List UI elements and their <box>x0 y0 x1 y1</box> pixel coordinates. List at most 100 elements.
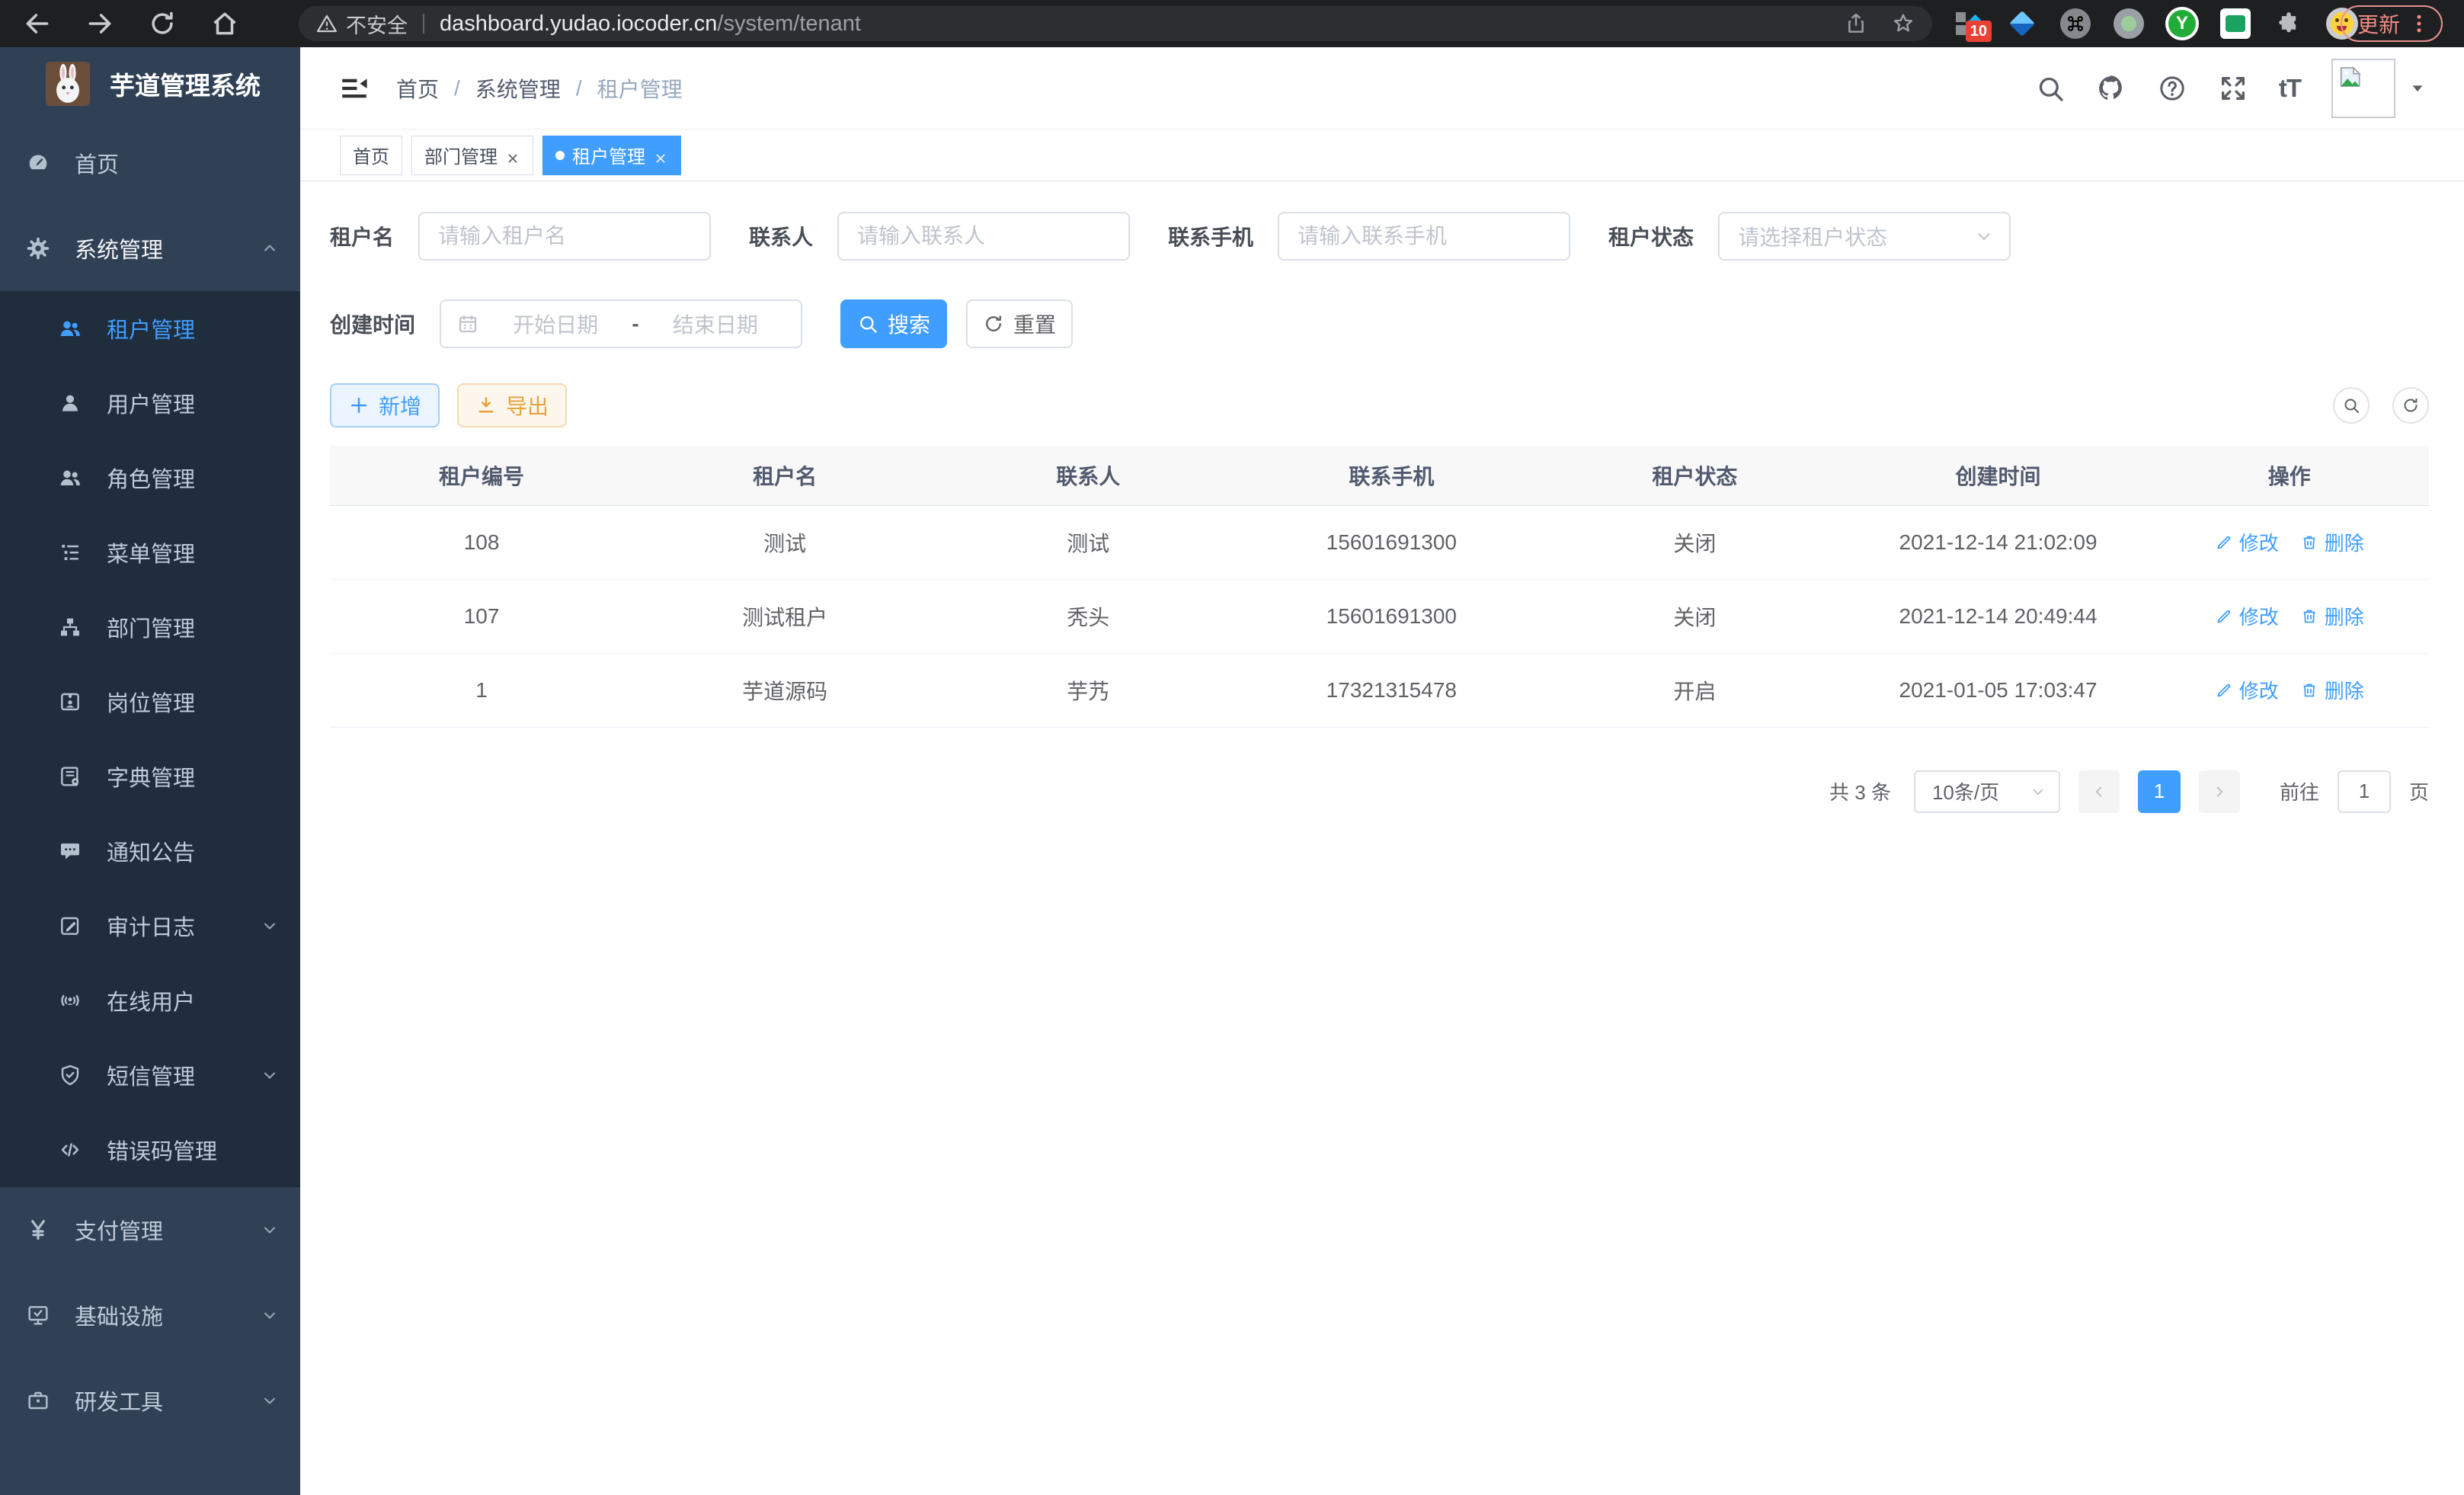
url-bar[interactable]: 不安全 dashboard.yudao.iocoder.cn/system/te… <box>299 6 1932 41</box>
mobile-input[interactable] <box>1278 212 1570 261</box>
close-icon[interactable] <box>505 148 520 163</box>
table-row: 107 测试租户 秃头 15601691300 关闭 2021-12-14 20… <box>330 579 2429 653</box>
next-page-button[interactable] <box>2199 770 2240 813</box>
cell-contact: 测试 <box>936 505 1240 579</box>
sidebar-item-system[interactable]: 系统管理 <box>0 206 300 291</box>
extension-chat-icon[interactable] <box>2219 7 2252 40</box>
cell-tenant-name: 测试 <box>633 505 936 579</box>
app-logo-row: 芋道管理系统 <box>0 47 300 120</box>
bookmark-star-icon[interactable] <box>1891 11 1915 36</box>
tab-departments[interactable]: 部门管理 <box>411 136 533 175</box>
search-icon <box>857 313 878 335</box>
trash-icon <box>2300 681 2318 699</box>
extension-grid-icon[interactable]: 10 <box>1952 7 1986 40</box>
breadcrumb-home[interactable]: 首页 <box>396 73 439 104</box>
calendar-icon <box>456 312 479 335</box>
sidebar-item-error-codes[interactable]: 错误码管理 <box>0 1112 300 1187</box>
sidebar-item-positions[interactable]: 岗位管理 <box>0 664 300 739</box>
close-icon[interactable] <box>653 148 668 163</box>
extension-command-icon[interactable] <box>2059 7 2092 40</box>
edit-link[interactable]: 修改 <box>2215 528 2279 556</box>
start-date-placeholder[interactable]: 开始日期 <box>485 309 626 339</box>
main-area: 首页 / 系统管理 / 租户管理 tT 首页 <box>300 47 2464 1495</box>
download-icon <box>475 395 497 416</box>
sidebar-item-dev-tools[interactable]: 研发工具 <box>0 1358 300 1443</box>
sidebar-item-tenant[interactable]: 租户管理 <box>0 291 300 366</box>
url-text: dashboard.yudao.iocoder.cn/system/tenant <box>440 11 1829 37</box>
col-mobile: 联系手机 <box>1240 446 1543 505</box>
sidebar-item-menus[interactable]: 菜单管理 <box>0 515 300 590</box>
help-icon[interactable] <box>2157 73 2187 104</box>
delete-link[interactable]: 删除 <box>2300 528 2364 556</box>
breadcrumb-separator: / <box>576 76 582 101</box>
security-label[interactable]: 不安全 <box>346 9 408 39</box>
page-number-current[interactable]: 1 <box>2138 770 2181 813</box>
tab-home[interactable]: 首页 <box>340 136 402 175</box>
search-button[interactable]: 搜索 <box>840 299 947 348</box>
col-status: 租户状态 <box>1543 446 1846 505</box>
kebab-menu-icon[interactable] <box>2408 12 2430 35</box>
github-icon[interactable] <box>2096 73 2126 104</box>
sidebar-item-sms[interactable]: 短信管理 <box>0 1038 300 1112</box>
cell-mobile: 17321315478 <box>1240 653 1543 727</box>
avatar[interactable] <box>2331 59 2395 118</box>
sidebar-item-home[interactable]: 首页 <box>0 120 300 206</box>
sidebar-item-users[interactable]: 用户管理 <box>0 366 300 440</box>
tenant-name-input[interactable] <box>418 212 711 261</box>
delete-link[interactable]: 删除 <box>2300 602 2364 630</box>
show-search-toggle-button[interactable] <box>2333 387 2370 424</box>
url-path: /system/tenant <box>717 11 861 36</box>
reload-icon[interactable] <box>148 9 177 38</box>
extension-kite-icon[interactable] <box>2005 7 2039 40</box>
contact-input[interactable] <box>837 212 1130 261</box>
fullscreen-icon[interactable] <box>2218 73 2248 104</box>
breadcrumb-system[interactable]: 系统管理 <box>475 73 561 104</box>
edit-icon <box>2215 607 2233 626</box>
plus-icon <box>348 395 370 416</box>
forward-icon[interactable] <box>85 9 114 38</box>
cell-created: 2021-12-14 21:02:09 <box>1846 505 2149 579</box>
user-avatar-menu[interactable] <box>2331 59 2426 118</box>
goto-page-input[interactable] <box>2338 770 2391 813</box>
back-icon[interactable] <box>23 9 52 38</box>
export-button[interactable]: 导出 <box>457 383 567 427</box>
message-icon <box>58 839 82 863</box>
extension-dot-icon[interactable] <box>2112 7 2146 40</box>
delete-link[interactable]: 删除 <box>2300 676 2364 704</box>
page-size-select[interactable]: 10条/页 <box>1914 770 2060 813</box>
extension-yudao-icon[interactable]: Y <box>2165 7 2199 40</box>
badge-icon <box>58 690 82 714</box>
home-icon[interactable] <box>210 9 239 38</box>
sidebar-item-notices[interactable]: 通知公告 <box>0 814 300 888</box>
prev-page-button[interactable] <box>2078 770 2120 813</box>
sidebar-item-online-users[interactable]: 在线用户 <box>0 963 300 1038</box>
extensions-puzzle-icon[interactable] <box>2272 7 2306 40</box>
chevron-down-icon <box>261 1306 279 1324</box>
refresh-table-button[interactable] <box>2392 387 2429 424</box>
sidebar-item-departments[interactable]: 部门管理 <box>0 590 300 664</box>
gear-icon <box>26 236 50 261</box>
edit-link[interactable]: 修改 <box>2215 676 2279 704</box>
tab-tenant[interactable]: 租户管理 <box>542 136 681 175</box>
status-select[interactable]: 请选择租户状态 <box>1718 212 2011 261</box>
search-icon <box>2342 396 2360 415</box>
reset-button[interactable]: 重置 <box>966 299 1073 348</box>
sidebar-fold-icon[interactable] <box>338 72 370 104</box>
date-range-picker[interactable]: 开始日期 - 结束日期 <box>440 299 802 348</box>
cell-contact: 芋艿 <box>936 653 1240 727</box>
add-button[interactable]: 新增 <box>330 383 440 427</box>
sidebar-item-audit-log[interactable]: 审计日志 <box>0 888 300 963</box>
sidebar-item-payment[interactable]: 支付管理 <box>0 1187 300 1273</box>
font-size-icon[interactable]: tT <box>2279 74 2301 103</box>
sidebar-item-dictionary[interactable]: 字典管理 <box>0 739 300 814</box>
end-date-placeholder[interactable]: 结束日期 <box>645 309 786 339</box>
update-button[interactable]: 更新 <box>2341 5 2443 42</box>
total-count: 共 3 条 <box>1829 777 1891 805</box>
cell-tenant-name: 测试租户 <box>633 579 936 653</box>
edit-link[interactable]: 修改 <box>2215 602 2279 630</box>
tenant-table: 租户编号 租户名 联系人 联系手机 租户状态 创建时间 操作 108 测试 测试 <box>330 446 2429 728</box>
share-icon[interactable] <box>1844 11 1868 36</box>
header-search-icon[interactable] <box>2035 73 2066 104</box>
sidebar-item-infrastructure[interactable]: 基础设施 <box>0 1273 300 1358</box>
sidebar-item-roles[interactable]: 角色管理 <box>0 440 300 515</box>
